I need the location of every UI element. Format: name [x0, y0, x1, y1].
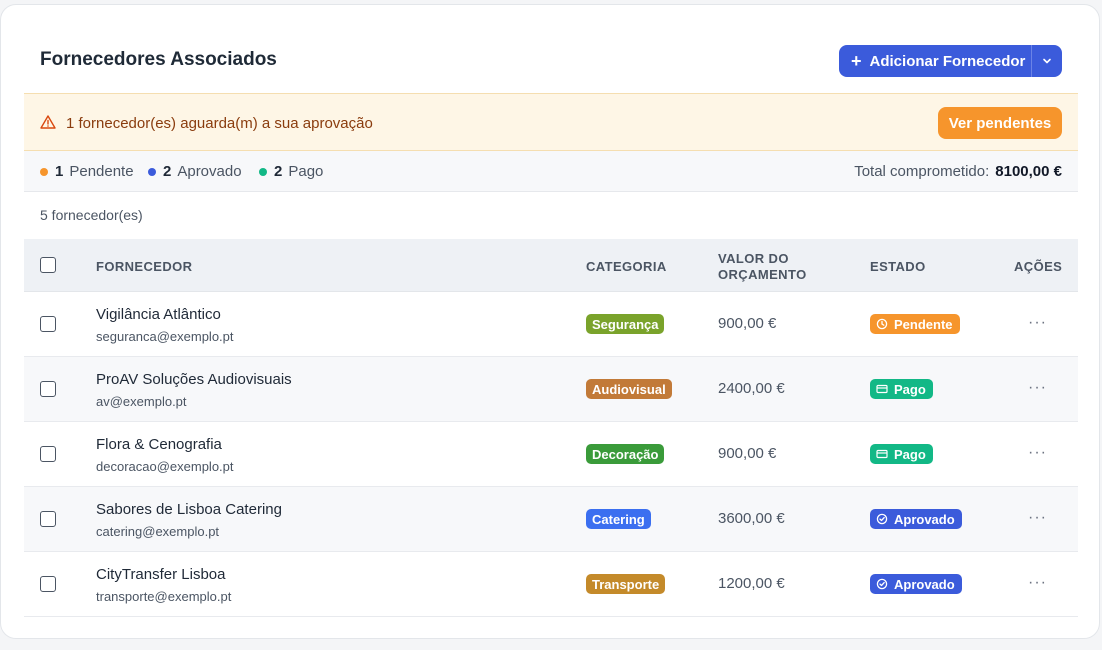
check-circle-icon: [876, 578, 894, 590]
category-badge: Transporte: [586, 574, 666, 594]
status-summary: 1 Pendente 2 Aprovado 2 Pago Total compr…: [24, 151, 1078, 192]
status-badge: Aprovado: [870, 509, 962, 529]
budget-value: 2400,00 €: [718, 380, 785, 397]
suppliers-card: Fornecedores Associados + Adicionar Forn…: [0, 4, 1100, 639]
column-supplier[interactable]: FORNECEDOR: [96, 259, 192, 274]
supplier-email: decoracao@exemplo.pt: [96, 459, 234, 474]
supplier-name: ProAV Soluções Audiovisuais: [96, 371, 292, 388]
warning-icon: [40, 115, 56, 129]
pending-dot: [40, 167, 48, 176]
supplier-email: av@exemplo.pt: [96, 394, 187, 409]
row-actions-menu[interactable]: ···: [1028, 314, 1047, 332]
add-supplier-button[interactable]: + Adicionar Fornecedor: [839, 45, 1031, 77]
row-checkbox[interactable]: [40, 381, 56, 397]
supplier-name: Vigilância Atlântico: [96, 306, 221, 323]
add-supplier-dropdown[interactable]: [1032, 45, 1062, 77]
row-checkbox[interactable]: [40, 576, 56, 592]
supplier-email: transporte@exemplo.pt: [96, 589, 232, 604]
plus-icon: +: [851, 51, 862, 71]
card-header: Fornecedores Associados + Adicionar Forn…: [1, 5, 1099, 93]
table-header: FORNECEDOR CATEGORIA VALOR DO ORÇAMENTO …: [24, 239, 1078, 292]
stat-pending: 1 Pendente: [40, 163, 134, 180]
supplier-email: catering@exemplo.pt: [96, 524, 220, 539]
stat-label: Aprovado: [177, 163, 242, 180]
total-label: Total comprometido:: [854, 163, 990, 180]
clock-icon: [876, 318, 894, 330]
stat-count: 2: [163, 163, 172, 180]
stat-label: Pendente: [69, 163, 134, 180]
stat-paid: 2 Pago: [259, 163, 323, 180]
status-label: Aprovado: [894, 576, 955, 592]
add-supplier-button-group: + Adicionar Fornecedor: [839, 45, 1062, 77]
supplier-name: Flora & Cenografia: [96, 436, 222, 453]
stat-label: Pago: [288, 163, 324, 180]
table-row[interactable]: ProAV Soluções Audiovisuais av@exemplo.pt…: [24, 357, 1078, 422]
alert-message: 1 fornecedor(es) aguarda(m) a sua aprova…: [66, 115, 373, 132]
row-actions-menu[interactable]: ···: [1028, 574, 1047, 592]
status-badge: Pago: [870, 444, 933, 464]
table-row[interactable]: Flora & Cenografia decoracao@exemplo.pt De…: [24, 422, 1078, 487]
row-actions-menu[interactable]: ···: [1028, 379, 1047, 397]
status-label: Pago: [894, 446, 926, 462]
budget-value: 900,00 €: [718, 445, 777, 462]
total-value: 8100,00 €: [995, 163, 1062, 180]
status-badge: Aprovado: [870, 574, 962, 594]
stat-approved: 2 Aprovado: [148, 163, 242, 180]
total-committed: Total comprometido: 8100,00 €: [854, 163, 1062, 180]
paid-dot: [259, 167, 267, 176]
budget-value: 1200,00 €: [718, 575, 785, 592]
pending-alert: 1 fornecedor(es) aguarda(m) a sua aprova…: [24, 93, 1078, 151]
column-state[interactable]: ESTADO: [870, 259, 926, 274]
status-label: Pago: [894, 381, 926, 397]
row-actions-menu[interactable]: ···: [1028, 509, 1047, 527]
row-checkbox[interactable]: [40, 446, 56, 462]
table-row[interactable]: Sabores de Lisboa Catering catering@exemp…: [24, 487, 1078, 552]
view-pending-button[interactable]: Ver pendentes: [938, 107, 1062, 139]
supplier-count: 5 fornecedor(es): [40, 207, 143, 223]
table-row[interactable]: Vigilância Atlântico seguranca@exemplo.pt…: [24, 292, 1078, 357]
stat-count: 1: [55, 163, 64, 180]
approved-dot: [148, 167, 156, 176]
supplier-name: Sabores de Lisboa Catering: [96, 501, 282, 518]
add-supplier-label: Adicionar Fornecedor: [869, 52, 1026, 70]
row-actions-menu[interactable]: ···: [1028, 444, 1047, 462]
card-icon: [876, 448, 894, 460]
budget-value: 3600,00 €: [718, 510, 785, 527]
stat-count: 2: [274, 163, 283, 180]
supplier-email: seguranca@exemplo.pt: [96, 329, 234, 344]
category-badge: Audiovisual: [586, 379, 672, 399]
table-row[interactable]: CityTransfer Lisboa transporte@exemplo.pt…: [24, 552, 1078, 617]
category-badge: Segurança: [586, 314, 665, 334]
row-checkbox[interactable]: [40, 511, 56, 527]
row-checkbox[interactable]: [40, 316, 56, 332]
select-all-checkbox[interactable]: [40, 257, 56, 273]
page-title: Fornecedores Associados: [40, 49, 277, 70]
check-circle-icon: [876, 513, 894, 525]
status-badge: Pendente: [870, 314, 960, 334]
budget-value: 900,00 €: [718, 315, 777, 332]
supplier-name: CityTransfer Lisboa: [96, 566, 226, 583]
chevron-down-icon: [1043, 58, 1051, 64]
status-badge: Pago: [870, 379, 933, 399]
column-actions: AÇÕES: [1014, 259, 1063, 274]
category-badge: Decoração: [586, 444, 665, 464]
card-icon: [876, 383, 894, 395]
column-budget-line2[interactable]: ORÇAMENTO: [718, 267, 807, 282]
column-budget-line1[interactable]: VALOR DO: [718, 251, 789, 266]
status-label: Pendente: [894, 316, 953, 332]
column-category[interactable]: CATEGORIA: [586, 259, 667, 274]
category-badge: Catering: [586, 509, 651, 529]
status-label: Aprovado: [894, 511, 955, 527]
